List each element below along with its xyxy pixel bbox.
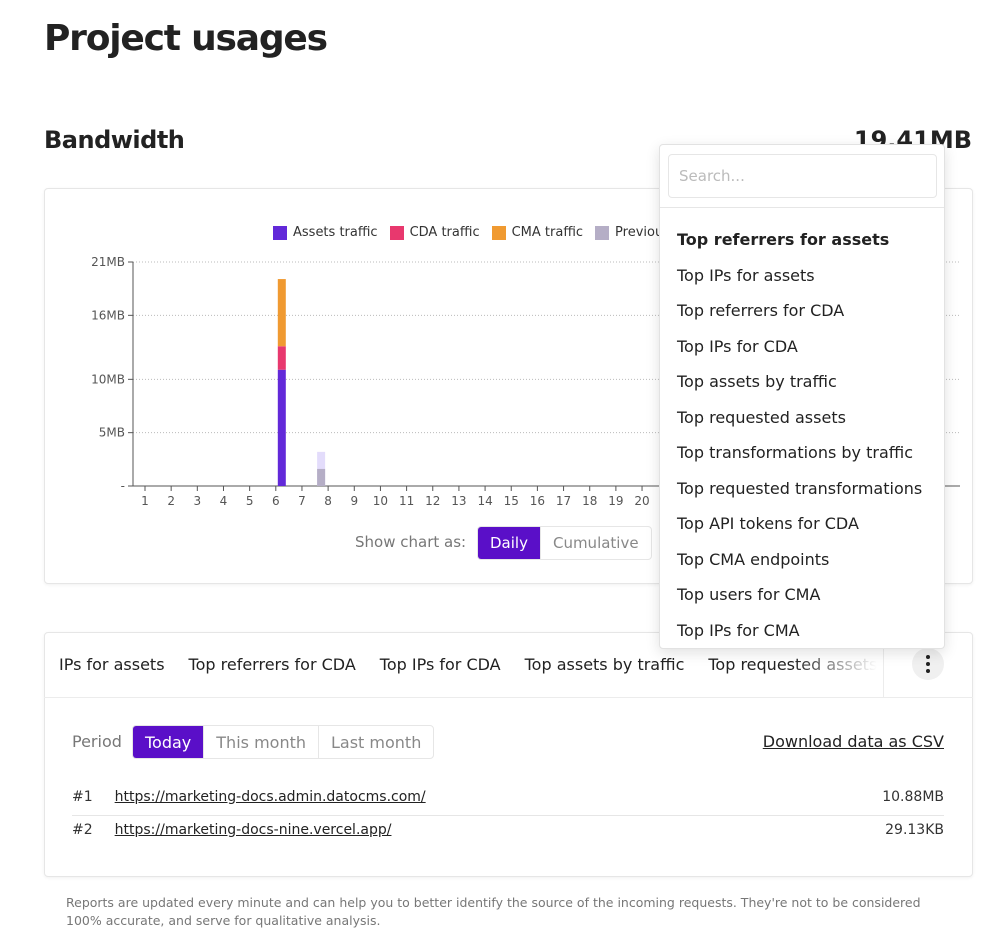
bar-cda-traffic — [277, 346, 286, 370]
y-tick-label: 5MB — [99, 426, 125, 440]
kebab-icon — [926, 655, 930, 659]
y-tick-label: 10MB — [91, 372, 125, 386]
dropdown-item[interactable]: Top CMA endpoints — [677, 542, 922, 578]
x-tick-label: 1 — [141, 494, 149, 508]
dropdown-item[interactable]: Top IPs for CDA — [677, 329, 922, 365]
row-url[interactable]: https://marketing-docs-nine.vercel.app/ — [115, 822, 392, 838]
period-today[interactable]: Today — [133, 726, 204, 758]
dropdown-item[interactable]: Top users for CMA — [677, 577, 922, 613]
row-value: 10.88MB — [882, 789, 944, 805]
row-rank: #1 — [72, 789, 93, 805]
dropdown-item[interactable]: Top referrers for assets — [677, 222, 922, 258]
row-rank: #2 — [72, 822, 93, 838]
tab-top-assets-traffic[interactable]: Top assets by traffic — [525, 655, 685, 674]
dropdown-list: Top referrers for assets Top IPs for asse… — [677, 222, 922, 648]
x-tick-label: 16 — [530, 494, 545, 508]
bar-previous-period — [317, 468, 326, 486]
bar-cma-traffic — [277, 279, 286, 347]
x-tick-label: 6 — [272, 494, 280, 508]
y-tick-label: 16MB — [91, 308, 125, 322]
divider — [660, 207, 944, 208]
period-this-month[interactable]: This month — [203, 726, 318, 758]
x-tick-label: 11 — [399, 494, 414, 508]
x-tick-label: 7 — [298, 494, 306, 508]
row-url[interactable]: https://marketing-docs.admin.datocms.com… — [115, 789, 426, 805]
x-tick-label: 19 — [608, 494, 623, 508]
x-tick-label: 10 — [373, 494, 388, 508]
tab-top-referrers-cda[interactable]: Top referrers for CDA — [189, 655, 356, 674]
x-tick-label: 5 — [246, 494, 254, 508]
tab-top-ips-cda[interactable]: Top IPs for CDA — [380, 655, 501, 674]
divider — [44, 697, 973, 698]
dropdown-item[interactable]: Top assets by traffic — [677, 364, 922, 400]
chart-toggle-label: Show chart as: — [355, 533, 467, 551]
period-last-month[interactable]: Last month — [318, 726, 433, 758]
tab-top-requested-assets[interactable]: Top requested assets — [708, 655, 877, 674]
dropdown-item[interactable]: Top requested transformations — [677, 471, 922, 507]
y-tick-label: - — [121, 479, 125, 493]
download-csv-link[interactable]: Download data as CSV — [763, 732, 944, 751]
dropdown-item[interactable]: Top requested assets — [677, 400, 922, 436]
dropdown-item[interactable]: Top IPs for assets — [677, 258, 922, 294]
period-selector: Today This month Last month — [132, 725, 435, 759]
divider — [72, 815, 944, 816]
x-tick-label: 17 — [556, 494, 571, 508]
x-tick-label: 18 — [582, 494, 597, 508]
footnote: Reports are updated every minute and can… — [66, 895, 921, 928]
toggle-cumulative[interactable]: Cumulative — [539, 527, 651, 559]
x-tick-label: 12 — [425, 494, 440, 508]
row-value: 29.13KB — [885, 822, 944, 838]
x-tick-label: 13 — [451, 494, 466, 508]
period-label: Period — [72, 732, 122, 751]
report-dropdown-menu: Top referrers for assetsTop IPs for asse… — [659, 144, 945, 649]
x-tick-label: 3 — [193, 494, 201, 508]
search-input[interactable] — [668, 154, 937, 198]
table-row: #2 https://marketing-docs-nine.vercel.ap… — [72, 822, 944, 838]
toggle-daily[interactable]: Daily — [478, 527, 540, 559]
y-tick-label: 21MB — [91, 255, 125, 269]
tab-ips-for-assets[interactable]: IPs for assets — [59, 655, 165, 674]
dropdown-item[interactable]: Top IPs for CMA — [677, 613, 922, 649]
table-row: #1 https://marketing-docs.admin.datocms.… — [72, 789, 944, 805]
x-tick-label: 15 — [504, 494, 519, 508]
x-tick-label: 8 — [324, 494, 332, 508]
x-tick-label: 14 — [477, 494, 492, 508]
x-tick-label: 9 — [350, 494, 358, 508]
x-tick-label: 2 — [167, 494, 175, 508]
dropdown-item[interactable]: Top referrers for CDA — [677, 293, 922, 329]
chart-toggle: Daily Cumulative — [477, 526, 652, 560]
bar-assets-traffic — [277, 369, 286, 486]
dropdown-item[interactable]: Top transformations by traffic — [677, 435, 922, 471]
dropdown-item[interactable]: Top API tokens for CDA — [677, 506, 922, 542]
more-options-button[interactable] — [912, 648, 944, 680]
x-tick-label: 20 — [634, 494, 649, 508]
x-tick-label: 4 — [220, 494, 228, 508]
